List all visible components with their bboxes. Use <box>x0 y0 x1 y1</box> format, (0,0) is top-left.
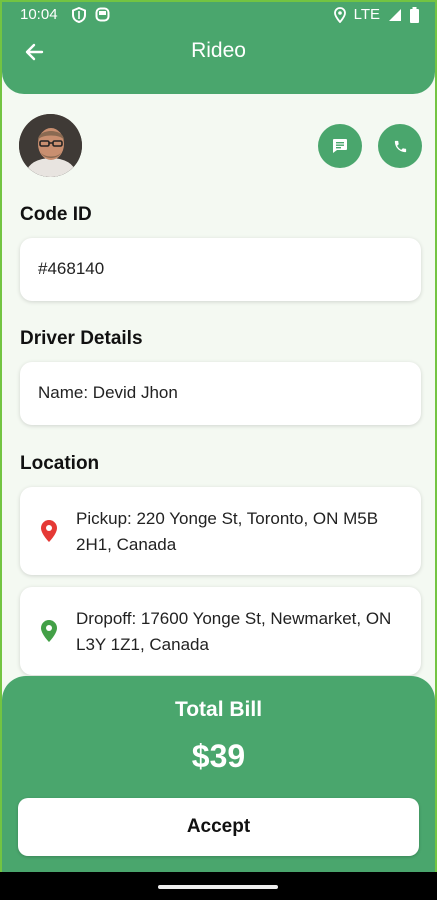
driver-details-card: Name: Devid Jhon <box>20 362 421 425</box>
shield-icon <box>72 7 86 23</box>
screen: 10:04 LTE Rideo Code ID #468140 Driver D… <box>0 0 437 872</box>
status-right-icons: LTE <box>333 6 419 23</box>
driver-details-heading: Driver Details <box>20 328 143 349</box>
phone-icon <box>394 140 406 152</box>
code-id-card: #468140 <box>20 238 421 301</box>
code-id-heading: Code ID <box>20 204 92 225</box>
dropoff-card: Dropoff: 17600 Yonge St, Newmarket, ON L… <box>20 587 421 675</box>
home-gesture-handle[interactable] <box>158 885 278 889</box>
status-bar: 10:04 LTE <box>2 2 435 30</box>
message-icon <box>333 139 347 153</box>
driver-avatar <box>19 114 82 177</box>
dropoff-address: Dropoff: 17600 Yonge St, Newmarket, ON L… <box>76 609 392 654</box>
total-bill-amount: $39 <box>191 738 246 774</box>
system-nav-bar <box>0 872 437 900</box>
accept-button[interactable]: Accept <box>18 798 419 856</box>
network-type: LTE <box>353 6 380 23</box>
location-status-icon <box>333 6 346 23</box>
pickup-pin-icon <box>41 520 57 542</box>
message-button[interactable] <box>318 124 362 168</box>
status-left-icons <box>72 7 110 23</box>
battery-icon <box>410 6 419 23</box>
code-id-value: #468140 <box>38 259 105 278</box>
app-notification-icon <box>95 7 110 22</box>
app-bar: 10:04 LTE Rideo <box>2 2 435 94</box>
location-heading: Location <box>20 453 100 474</box>
avatar-illustration <box>19 114 82 177</box>
bill-sheet: Total Bill $39 Accept <box>2 676 435 872</box>
total-bill-label: Total Bill <box>174 698 263 721</box>
pickup-address: Pickup: 220 Yonge St, Toronto, ON M5B 2H… <box>76 509 379 554</box>
pickup-card: Pickup: 220 Yonge St, Toronto, ON M5B 2H… <box>20 487 421 575</box>
driver-name: Name: Devid Jhon <box>38 383 178 402</box>
status-time: 10:04 <box>20 6 58 23</box>
signal-icon <box>389 8 401 21</box>
app-title: Rideo <box>191 39 246 62</box>
call-button[interactable] <box>378 124 422 168</box>
dropoff-pin-icon <box>41 620 57 642</box>
